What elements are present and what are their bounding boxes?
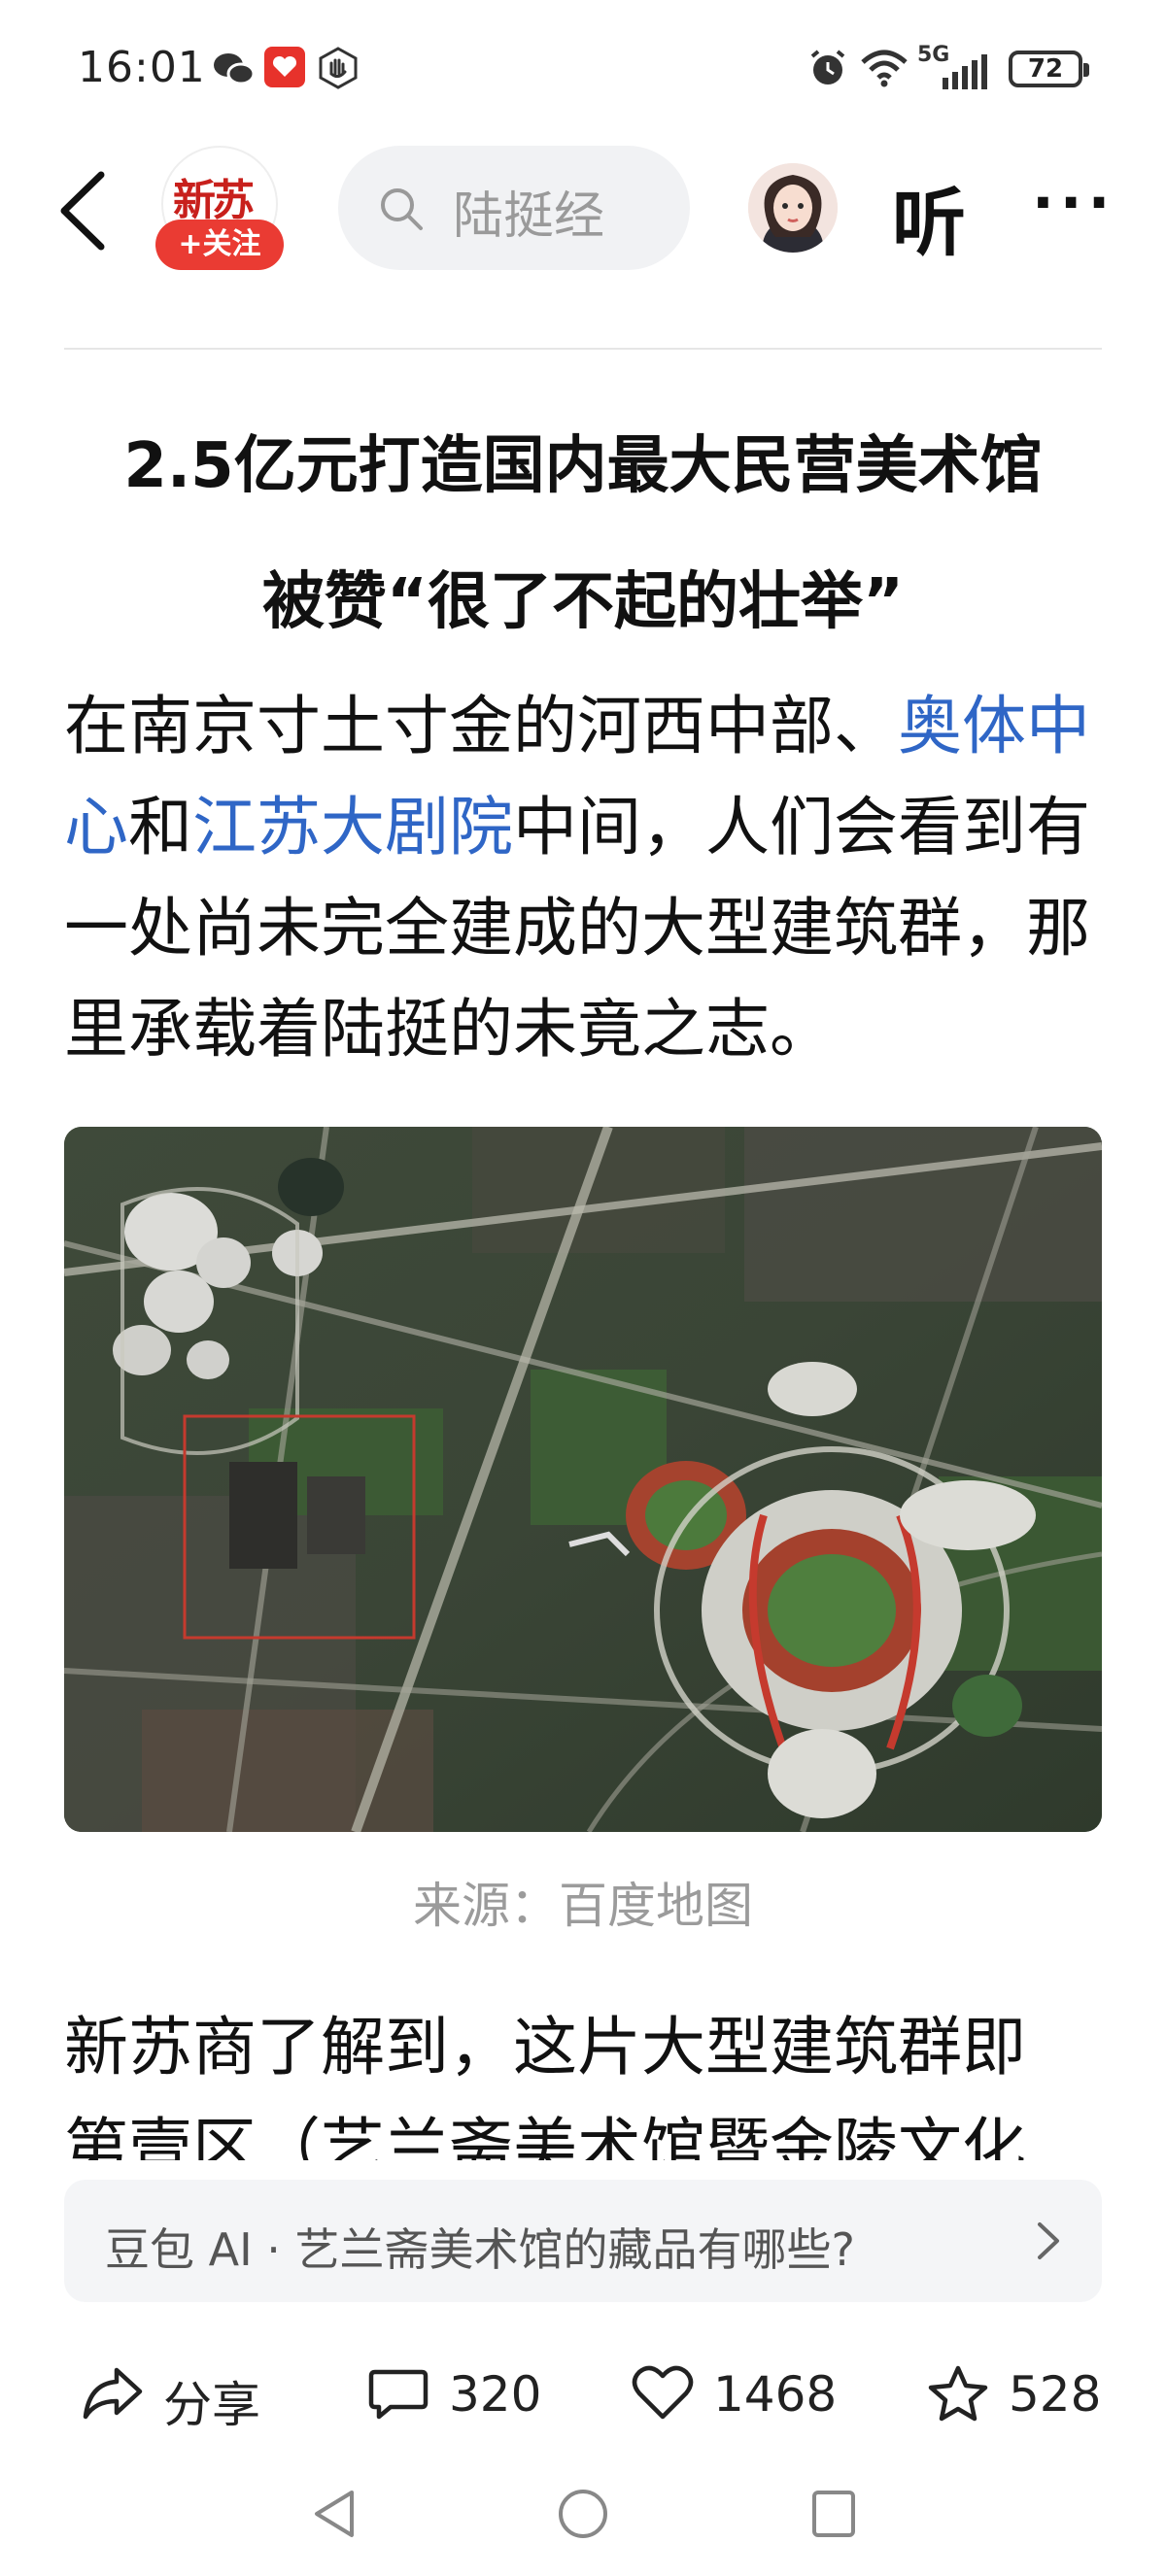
header-divider: [64, 348, 1102, 350]
listen-button[interactable]: 听: [892, 163, 966, 270]
chevron-left-icon: [60, 171, 105, 251]
search-icon: [381, 188, 423, 230]
source-account[interactable]: 新苏商 +关注: [155, 146, 284, 274]
ai-question-text: 豆包 AI · 艺兰斋美术馆的藏品有哪些?: [105, 2223, 855, 2276]
comments-count: 320: [449, 2366, 542, 2423]
ai-question-bar[interactable]: 豆包 AI · 艺兰斋美术馆的藏品有哪些?: [64, 2180, 1102, 2302]
hand-icon: [317, 47, 360, 93]
follow-button[interactable]: +关注: [155, 220, 284, 270]
status-bar: 16:01 5G 72: [0, 0, 1166, 146]
nav-back-icon[interactable]: [309, 2487, 360, 2541]
app-notification-icon: [264, 47, 305, 91]
chevron-right-icon: [1038, 2222, 1059, 2259]
share-icon: [83, 2367, 143, 2420]
more-options-button[interactable]: ···: [1032, 169, 1115, 237]
alarm-icon: [806, 47, 849, 93]
article-paragraph: 在南京寸土寸金的河西中部、奥体中心和江苏大剧院中间，人们会看到有一处尚未完全建成…: [64, 676, 1104, 1080]
paragraph-text: 在南京寸土寸金的河西中部、: [64, 689, 898, 763]
search-input[interactable]: 陆挺经: [338, 146, 690, 270]
action-bar: 分享 320 1468 528: [0, 2331, 1166, 2448]
link-jiangsu-grand-theatre[interactable]: 江苏大剧院: [192, 790, 513, 864]
satellite-map-image[interactable]: [64, 1127, 1102, 1832]
back-button[interactable]: [51, 167, 119, 254]
share-label: 分享: [163, 2377, 260, 2433]
comment-button[interactable]: 320: [367, 2360, 562, 2428]
article-page: 16:01 5G 72 新苏商 +关注: [0, 0, 1166, 2576]
article-title: 2.5亿元打造国内最大民营美术馆: [123, 430, 1043, 502]
likes-count: 1468: [713, 2366, 838, 2423]
image-caption: 来源：百度地图: [413, 1878, 753, 1934]
search-placeholder: 陆挺经: [453, 187, 605, 246]
article-subtitle: 被赞“很了不起的壮举”: [261, 566, 905, 638]
heart-icon: [632, 2365, 694, 2420]
battery-indicator: 72: [1009, 51, 1089, 87]
status-time: 16:01: [78, 43, 206, 92]
favorite-button[interactable]: 528: [927, 2360, 1121, 2428]
paragraph-text: 和: [128, 790, 192, 864]
system-nav-bar: [0, 2457, 1166, 2576]
nav-recents-icon[interactable]: [808, 2487, 859, 2541]
wifi-icon: [859, 49, 909, 91]
comment-icon: [368, 2369, 429, 2420]
like-button[interactable]: 1468: [632, 2360, 845, 2428]
wechat-icon: [212, 51, 256, 91]
nav-home-icon[interactable]: [556, 2487, 610, 2541]
article-paragraph-2: 新苏商了解到，这片大型建筑群即 第壹区（艺兰斋美术馆暨金陵文化: [64, 2010, 1026, 2160]
article-header: 新苏商 +关注 陆挺经 听 ···: [0, 146, 1166, 350]
share-button[interactable]: 分享: [82, 2360, 276, 2433]
signal-icon: [941, 54, 987, 93]
avatar[interactable]: [748, 163, 838, 253]
favorites-count: 528: [1009, 2366, 1102, 2423]
star-icon: [928, 2365, 988, 2422]
